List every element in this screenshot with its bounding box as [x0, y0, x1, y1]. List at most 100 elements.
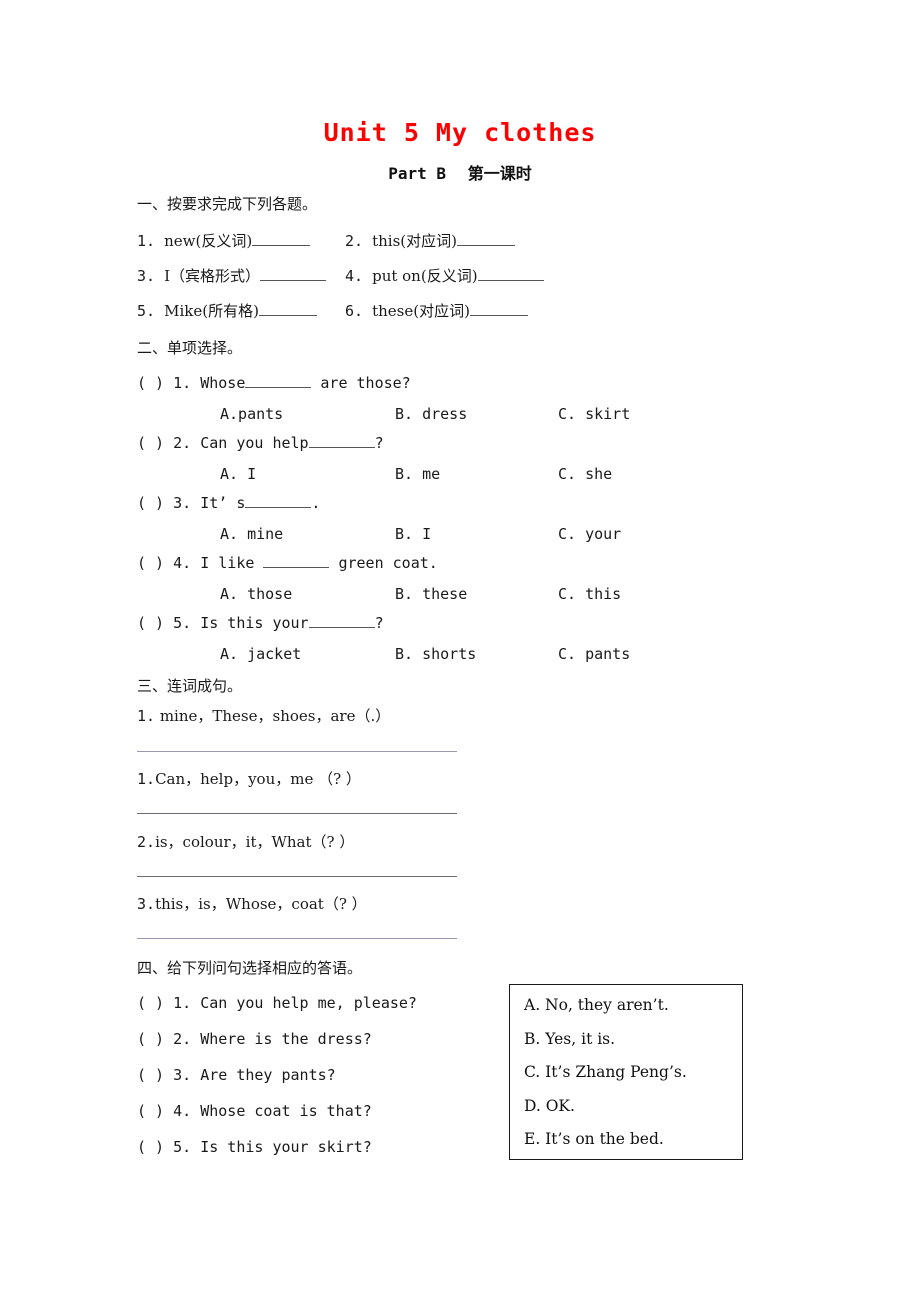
choice-3-option-a[interactable]: A. mine — [220, 525, 283, 543]
choice-question-1-blank[interactable] — [245, 387, 312, 388]
reorder-item-1-number: 1. — [137, 707, 156, 725]
choice-question-4-stem-before: I like — [200, 554, 264, 572]
choice-question-5-stem-after: ? — [374, 614, 384, 632]
choice-3-option-b[interactable]: B. I — [395, 525, 431, 543]
page-title: Unit 5 My clothes — [323, 118, 597, 147]
reorder-item-1: 1. mine，These，shoes，are（.） — [137, 705, 390, 726]
section-4-heading: 四、给下列问句选择相应的答语。 — [137, 959, 363, 977]
fill-item-6: 6. these(对应词) — [345, 300, 528, 321]
answer-choices-box: A. No, they aren’t. B. Yes, it is. C. It… — [509, 984, 743, 1160]
fill-item-3-blank[interactable] — [260, 280, 327, 281]
fill-item-1-number: 1. — [137, 232, 156, 250]
choice-3-option-c[interactable]: C. your — [558, 525, 621, 543]
fill-item-5-number: 5. — [137, 302, 156, 320]
fill-item-1-blank[interactable] — [252, 245, 311, 246]
match-question-3-text: Are they pants? — [200, 1066, 336, 1084]
match-question-3-bracket[interactable]: ( ) — [137, 1066, 164, 1084]
choice-5-option-a[interactable]: A. jacket — [220, 645, 301, 663]
fill-item-5-blank[interactable] — [258, 315, 317, 316]
fill-item-3-number: 3. — [137, 267, 156, 285]
match-question-3-number: 3. — [173, 1066, 192, 1084]
choice-question-3: ( ) 3. It’ s. — [137, 494, 320, 512]
choice-question-4-bracket[interactable]: ( ) — [137, 554, 164, 572]
match-question-4-bracket[interactable]: ( ) — [137, 1102, 164, 1120]
reorder-item-1-text: mine，These，shoes，are（.） — [155, 707, 391, 725]
match-question-2: ( ) 2. Where is the dress? — [137, 1030, 372, 1048]
fill-item-4-text: put on(反义词) — [372, 267, 478, 285]
match-question-5-text: Is this your skirt? — [200, 1138, 372, 1156]
match-question-4: ( ) 4. Whose coat is that? — [137, 1102, 372, 1120]
choice-question-2-number: 2. — [173, 434, 192, 452]
section-2-heading: 二、单项选择。 — [137, 339, 243, 357]
fill-item-4-number: 4. — [345, 267, 364, 285]
choice-question-1-bracket[interactable]: ( ) — [137, 374, 164, 392]
fill-item-3: 3. I（宾格形式） — [137, 265, 327, 286]
fill-item-5: 5. Mike(所有格) — [137, 300, 317, 321]
choice-2-option-c[interactable]: C. she — [558, 465, 612, 483]
choice-4-option-b[interactable]: B. these — [395, 585, 467, 603]
choice-2-option-b[interactable]: B. me — [395, 465, 440, 483]
fill-item-2: 2. this(对应词) — [345, 230, 515, 251]
reorder-item-2-number: 1. — [137, 770, 156, 788]
reorder-item-3: 2.is，colour，it，What（? ） — [137, 831, 354, 852]
fill-item-2-text: this(对应词) — [372, 232, 457, 250]
match-question-2-bracket[interactable]: ( ) — [137, 1030, 164, 1048]
page-subtitle: Part B 第一课时 — [0, 160, 920, 184]
fill-item-4-blank[interactable] — [477, 280, 544, 281]
choice-question-3-stem-after: . — [311, 494, 321, 512]
choice-question-5-stem-before: Is this your — [200, 614, 309, 632]
reorder-item-4: 3.this，is，Whose，coat（? ） — [137, 893, 367, 914]
choice-question-2-stem-before: Can you help — [200, 434, 309, 452]
choice-question-5-bracket[interactable]: ( ) — [137, 614, 164, 632]
choice-1-option-c[interactable]: C. skirt — [558, 405, 630, 423]
reorder-item-2-text: Can，help，you，me （? ） — [155, 770, 361, 788]
choice-question-4: ( ) 4. I like green coat. — [137, 554, 438, 572]
match-question-5: ( ) 5. Is this your skirt? — [137, 1138, 372, 1156]
section-3-heading: 三、连词成句。 — [137, 677, 243, 695]
choice-question-2-bracket[interactable]: ( ) — [137, 434, 164, 452]
fill-item-2-blank[interactable] — [456, 245, 515, 246]
choice-1-option-a[interactable]: A.pants — [220, 405, 283, 423]
reorder-item-3-text: is，colour，it，What（? ） — [155, 833, 355, 851]
fill-item-4: 4. put on(反义词) — [345, 265, 544, 286]
choice-question-3-stem-before: It’ s — [200, 494, 246, 512]
choice-question-4-blank[interactable] — [263, 567, 330, 568]
answer-choice-b: B. Yes, it is. — [524, 1029, 616, 1048]
reorder-item-4-text: this，is，Whose，coat（? ） — [155, 895, 367, 913]
section-1-heading: 一、按要求完成下列各题。 — [137, 195, 318, 213]
reorder-item-4-number: 3. — [137, 895, 156, 913]
match-question-2-number: 2. — [173, 1030, 192, 1048]
choice-question-1-stem-after: are those? — [311, 374, 411, 392]
choice-4-option-a[interactable]: A. those — [220, 585, 292, 603]
match-question-1-text: Can you help me, please? — [200, 994, 417, 1012]
fill-item-6-blank[interactable] — [469, 315, 528, 316]
choice-question-3-bracket[interactable]: ( ) — [137, 494, 164, 512]
choice-4-option-c[interactable]: C. this — [558, 585, 621, 603]
reorder-answer-line-3[interactable] — [137, 876, 457, 877]
choice-question-1-number: 1. — [173, 374, 192, 392]
choice-question-5-blank[interactable] — [308, 627, 375, 628]
choice-question-2-blank[interactable] — [308, 447, 375, 448]
choice-5-option-b[interactable]: B. shorts — [395, 645, 476, 663]
reorder-item-2: 1.Can，help，you，me （? ） — [137, 768, 361, 789]
fill-item-6-text: these(对应词) — [372, 302, 470, 320]
reorder-answer-line-2[interactable] — [137, 813, 457, 814]
choice-question-3-blank[interactable] — [245, 507, 312, 508]
choice-1-option-b[interactable]: B. dress — [395, 405, 467, 423]
fill-item-5-text: Mike(所有格) — [164, 302, 259, 320]
reorder-answer-line-4[interactable] — [137, 938, 457, 939]
subtitle-lesson-label: 第一课时 — [467, 164, 532, 183]
choice-5-option-c[interactable]: C. pants — [558, 645, 630, 663]
reorder-answer-line-1[interactable] — [137, 751, 457, 752]
reorder-item-3-number: 2. — [137, 833, 156, 851]
match-question-1-bracket[interactable]: ( ) — [137, 994, 164, 1012]
fill-item-6-number: 6. — [345, 302, 364, 320]
match-question-5-number: 5. — [173, 1138, 192, 1156]
choice-2-option-a[interactable]: A. I — [220, 465, 256, 483]
match-question-1: ( ) 1. Can you help me, please? — [137, 994, 417, 1012]
match-question-3: ( ) 3. Are they pants? — [137, 1066, 336, 1084]
match-question-5-bracket[interactable]: ( ) — [137, 1138, 164, 1156]
match-question-1-number: 1. — [173, 994, 192, 1012]
fill-item-3-text: I（宾格形式） — [164, 267, 261, 285]
choice-question-2-stem-after: ? — [374, 434, 384, 452]
